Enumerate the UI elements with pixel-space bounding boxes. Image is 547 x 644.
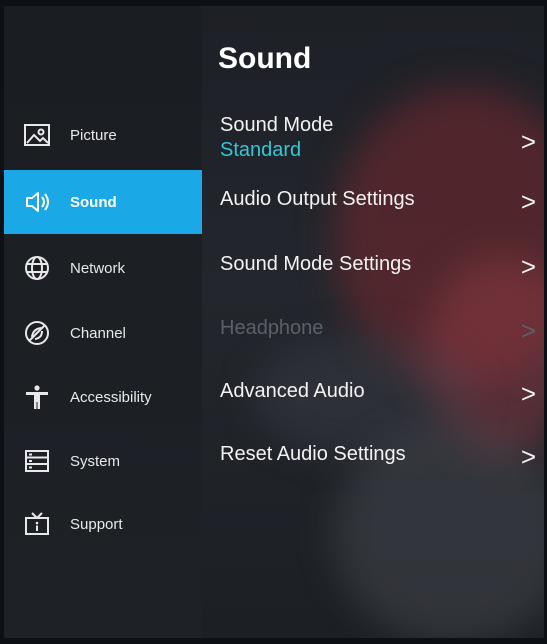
channel-icon [22,318,52,348]
sidebar-item-label: Sound [70,193,117,211]
sidebar-item-support[interactable]: Support [4,492,202,556]
chevron-right-icon: > [520,251,536,282]
accessibility-icon [22,382,52,412]
settings-sidebar: Picture Sound Network Channel Accessibil [4,6,202,638]
chevron-right-icon: > [520,441,536,472]
menu-item-label: Reset Audio Settings [220,443,406,465]
menu-item-advanced-audio[interactable]: Advanced Audio > [220,378,542,409]
sidebar-item-picture[interactable]: Picture [4,103,202,167]
chevron-right-icon: > [520,315,536,346]
menu-item-reset-audio-settings[interactable]: Reset Audio Settings > [220,441,542,472]
chevron-right-icon: > [520,126,536,157]
sidebar-item-label: Support [70,515,123,533]
sidebar-item-label: System [70,452,121,470]
sidebar-item-channel[interactable]: Channel [4,301,202,365]
sidebar-item-label: Accessibility [70,388,152,406]
menu-item-sound-mode[interactable]: Sound Mode Standard > [220,114,542,170]
menu-item-label: Sound Mode Settings [220,253,412,275]
sidebar-item-sound[interactable]: Sound [4,170,202,234]
sidebar-item-network[interactable]: Network [4,236,202,300]
globe-icon [22,253,52,283]
menu-item-label: Audio Output Settings [220,188,415,210]
page-title: Sound [218,42,312,75]
sidebar-item-label: Network [70,259,126,277]
chevron-right-icon: > [520,186,536,217]
menu-item-headphone: Headphone > [220,315,542,346]
sidebar-item-label: Channel [70,324,126,342]
menu-item-label: Headphone [220,317,324,339]
sidebar-item-system[interactable]: System [4,429,202,493]
menu-item-label: Sound Mode [220,114,334,136]
tv-icon [22,509,52,539]
tv-screen: Picture Sound Network Channel Accessibil [4,6,544,638]
system-icon [22,446,52,476]
speaker-icon [22,187,52,217]
chevron-right-icon: > [520,378,536,409]
menu-item-sound-mode-settings[interactable]: Sound Mode Settings > [220,251,542,282]
menu-item-value: Standard [220,139,302,161]
sidebar-item-accessibility[interactable]: Accessibility [4,365,202,429]
picture-icon [22,120,52,150]
sidebar-item-label: Picture [70,126,117,144]
menu-item-audio-output-settings[interactable]: Audio Output Settings > [220,186,542,217]
menu-item-label: Advanced Audio [220,380,365,402]
